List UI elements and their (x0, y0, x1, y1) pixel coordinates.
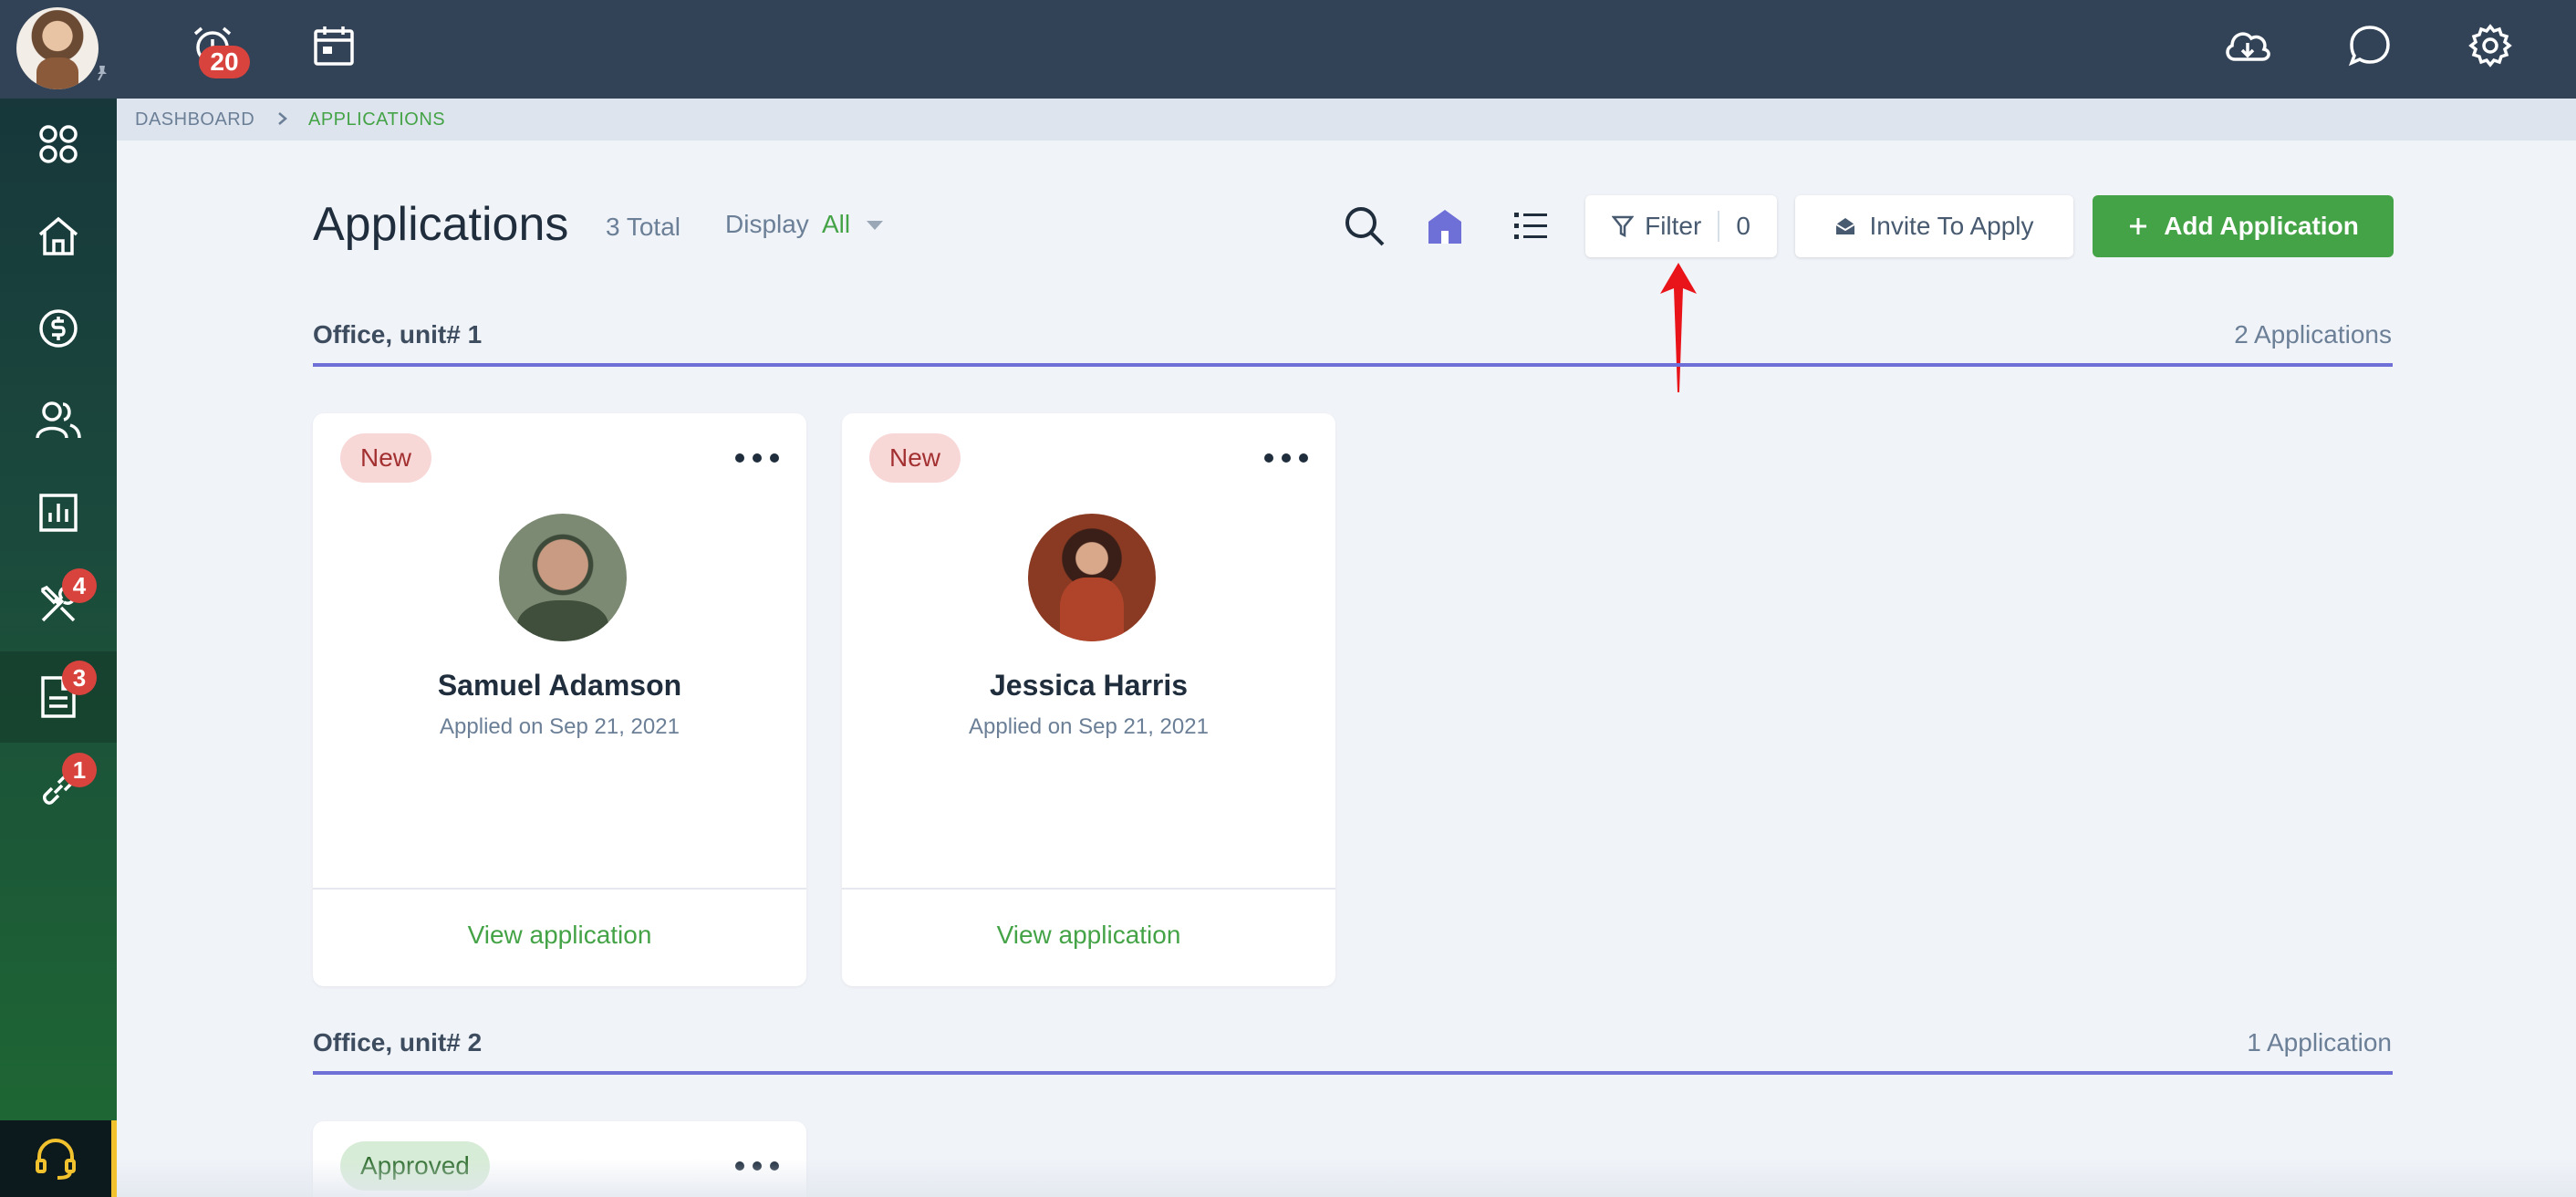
chevron-right-icon (278, 112, 287, 125)
top-bar: 20 (0, 0, 2576, 99)
add-application-button[interactable]: Add Application (2093, 195, 2394, 257)
gear-icon[interactable] (2465, 20, 2516, 71)
status-badge: New (869, 433, 961, 483)
breadcrumb-applications: APPLICATIONS (308, 109, 446, 130)
status-badge: New (340, 433, 432, 483)
envelope-icon (1835, 218, 1855, 234)
search-icon[interactable] (1339, 201, 1390, 252)
applications-badge: 3 (62, 661, 97, 695)
sidebar-item-payments[interactable] (0, 283, 117, 374)
card-divider (842, 888, 1335, 890)
more-options-icon[interactable] (735, 1152, 779, 1180)
sidebar-item-links[interactable]: 1 (0, 744, 117, 835)
sidebar-item-people[interactable] (0, 375, 117, 466)
breadcrumb-dashboard[interactable]: DASHBOARD (135, 109, 254, 130)
page-title: Applications (313, 198, 569, 251)
filter-label: Filter (1645, 212, 1702, 240)
sidebar-item-applications[interactable]: 3 (0, 651, 117, 743)
filter-button[interactable]: Filter 0 (1585, 195, 1777, 257)
cloud-download-icon[interactable] (2222, 20, 2273, 71)
application-card[interactable]: New Samuel Adamson Applied on Sep 21, 20… (313, 413, 806, 986)
links-badge: 1 (62, 753, 97, 787)
dollar-circle-icon (39, 309, 78, 348)
more-options-icon[interactable] (735, 444, 779, 472)
reminder-badge: 20 (199, 46, 250, 78)
section-count-unit-1: 2 Applications (2234, 320, 2392, 349)
user-avatar[interactable] (16, 7, 99, 89)
caret-down-icon[interactable] (867, 221, 883, 230)
bar-chart-icon (39, 494, 78, 532)
pin-icon[interactable] (93, 64, 111, 82)
filter-icon (1612, 215, 1635, 238)
applied-date: Applied on Sep 21, 2021 (440, 714, 680, 739)
applicant-name: Samuel Adamson (437, 669, 682, 702)
applied-date: Applied on Sep 21, 2021 (969, 714, 1209, 739)
sidebar-item-home[interactable] (0, 191, 117, 282)
section-divider (313, 363, 2393, 367)
calendar-icon[interactable] (308, 20, 359, 71)
status-badge: Approved (340, 1141, 490, 1191)
more-options-icon[interactable] (1264, 444, 1308, 472)
invite-to-apply-button[interactable]: Invite To Apply (1795, 195, 2073, 257)
view-application-link[interactable]: View application (842, 921, 1335, 950)
section-title-unit-2: Office, unit# 2 (313, 1028, 483, 1056)
filter-count: 0 (1736, 212, 1750, 240)
invite-label: Invite To Apply (1869, 212, 2034, 240)
applicant-name: Jessica Harris (989, 669, 1189, 702)
section-divider (313, 1071, 2393, 1075)
list-view-icon[interactable] (1505, 201, 1556, 252)
card-divider (313, 888, 806, 890)
application-card[interactable]: New Jessica Harris Applied on Sep 21, 20… (842, 413, 1335, 986)
support-button[interactable] (0, 1120, 117, 1197)
applicant-avatar (1028, 514, 1156, 641)
display-dropdown[interactable]: All (822, 210, 850, 239)
sidebar-item-apps[interactable] (0, 99, 117, 190)
grid-apps-icon (39, 125, 78, 163)
maintenance-badge: 4 (62, 568, 97, 603)
applicant-avatar (499, 514, 627, 641)
display-label: Display (725, 210, 809, 238)
sidebar-item-maintenance[interactable]: 4 (0, 559, 117, 651)
add-label: Add Application (2164, 212, 2359, 240)
filter-divider (1718, 211, 1720, 242)
headset-icon (36, 1138, 76, 1180)
plus-icon (2130, 218, 2147, 234)
sidebar-item-reports[interactable] (0, 467, 117, 558)
home-icon (38, 216, 78, 255)
view-application-link[interactable]: View application (313, 921, 806, 950)
application-card[interactable]: Approved (313, 1121, 806, 1197)
breadcrumb: DASHBOARD APPLICATIONS (117, 99, 2576, 141)
people-icon (36, 401, 81, 439)
total-count: 3 Total (606, 213, 680, 241)
section-title-unit-1: Office, unit# 1 (313, 320, 483, 349)
home-view-icon[interactable] (1419, 201, 1470, 252)
sidebar: 4 3 1 (0, 99, 117, 1197)
chat-icon[interactable] (2344, 20, 2395, 71)
annotation-arrow-icon (1660, 263, 1697, 392)
section-count-unit-2: 1 Application (2247, 1028, 2392, 1056)
